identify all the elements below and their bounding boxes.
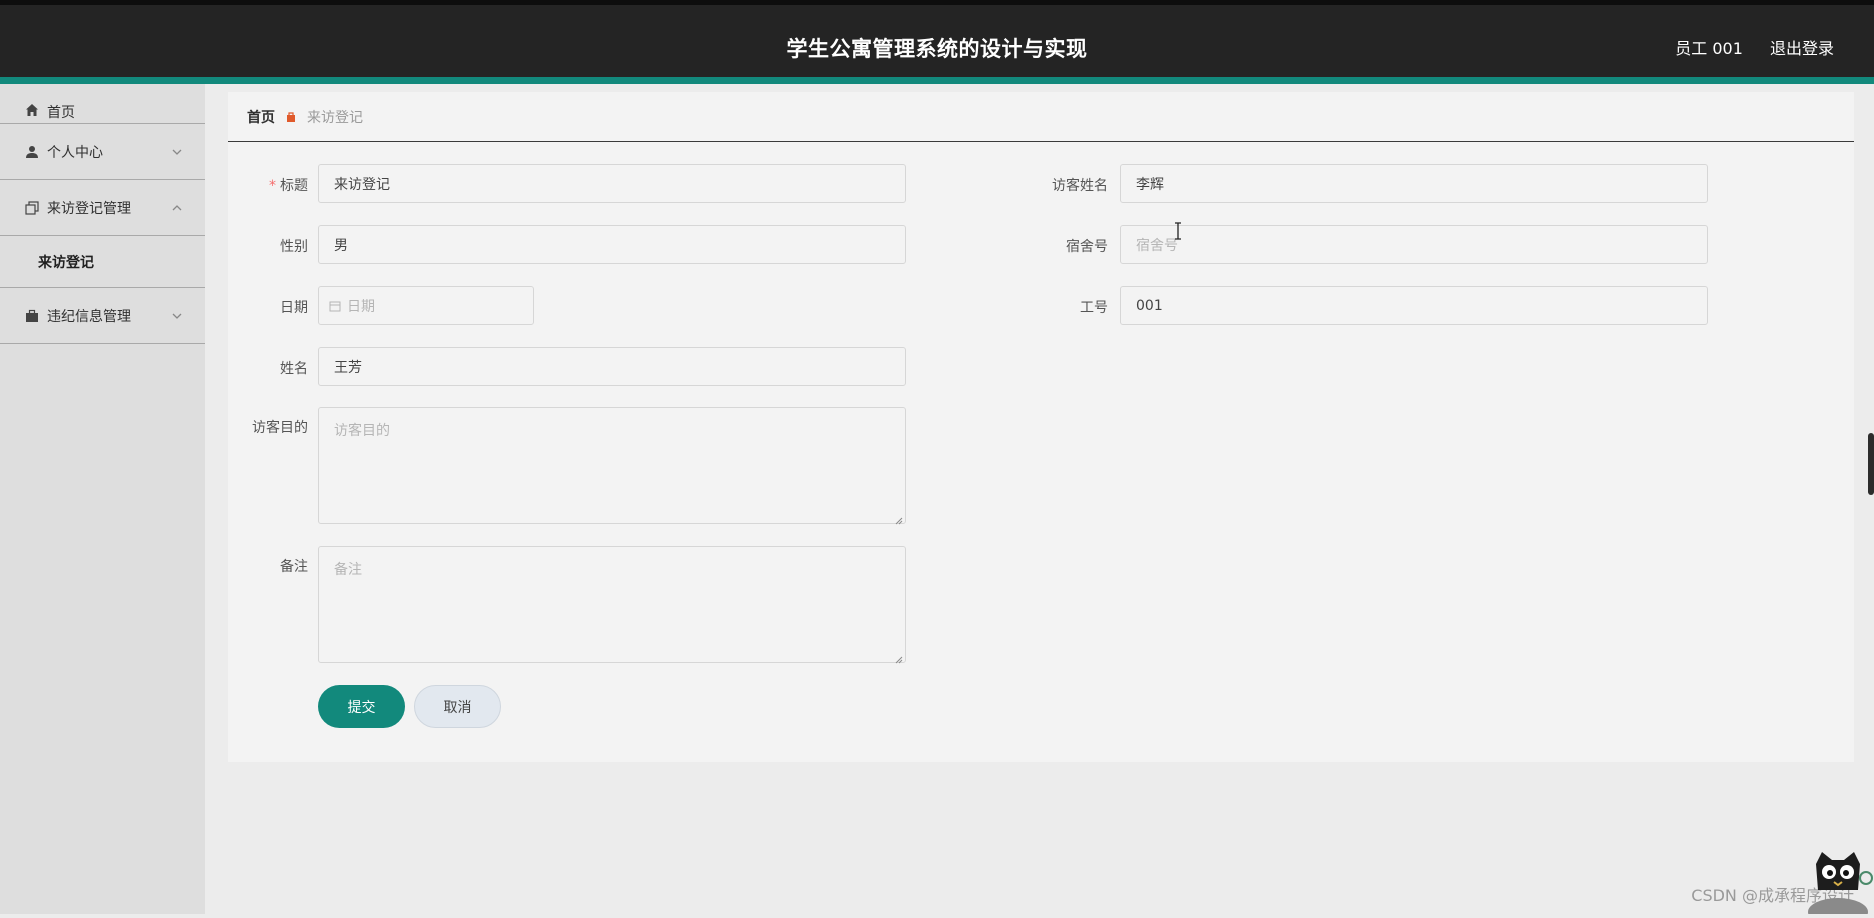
sidebar-subitem-visit-register[interactable]: 来访登记 (0, 236, 205, 288)
app-title: 学生公寓管理系统的设计与实现 (0, 33, 1874, 63)
main-content: 首页 来访登记 *标题 来访登记 性别 男 日期 日期 姓名 王芳 访客目的 访… (228, 92, 1854, 762)
date-label: 日期 (228, 297, 308, 317)
chevron-down-icon (171, 310, 183, 322)
sidebar-item-label: 首页 (47, 102, 75, 122)
top-bar: 学生公寓管理系统的设计与实现 员工 001 退出登录 (0, 0, 1874, 84)
sidebar-item-personal-center[interactable]: 个人中心 (0, 124, 205, 180)
name-field[interactable]: 王芳 (318, 347, 906, 386)
date-picker[interactable]: 日期 (318, 286, 534, 325)
logout-link[interactable]: 退出登录 (1770, 39, 1834, 58)
purpose-label: 访客目的 (228, 417, 308, 437)
mascot-icon (1792, 850, 1874, 914)
gender-label: 性别 (228, 236, 308, 256)
text-cursor-icon (1173, 222, 1183, 240)
submit-button[interactable]: 提交 (318, 685, 405, 728)
dorm-no-label: 宿舍号 (1000, 236, 1108, 256)
date-placeholder: 日期 (347, 296, 375, 316)
resize-handle-icon[interactable] (895, 652, 903, 660)
sidebar-item-violation-management[interactable]: 违纪信息管理 (0, 288, 205, 344)
dorm-no-field[interactable]: 宿舍号 (1120, 225, 1708, 264)
remark-label: 备注 (228, 556, 308, 576)
breadcrumb-home[interactable]: 首页 (247, 107, 275, 127)
sidebar: 首页 个人中心 来访登记管理 来访登记 违纪信息管理 (0, 84, 205, 914)
purpose-textarea[interactable]: 访客目的 (318, 407, 906, 524)
breadcrumb-separator-icon (285, 111, 297, 123)
staff-no-field[interactable]: 001 (1120, 286, 1708, 325)
calendar-icon (329, 300, 341, 312)
breadcrumb: 首页 来访登记 (228, 92, 1854, 142)
visitor-name-label: 访客姓名 (1000, 175, 1108, 195)
sidebar-item-home[interactable]: 首页 (0, 84, 205, 124)
current-user[interactable]: 员工 001 (1675, 39, 1743, 58)
cancel-button[interactable]: 取消 (414, 685, 501, 728)
resize-handle-icon[interactable] (895, 513, 903, 521)
sidebar-item-label: 个人中心 (47, 142, 103, 162)
purpose-placeholder: 访客目的 (334, 423, 390, 439)
remark-textarea[interactable]: 备注 (318, 546, 906, 663)
chevron-down-icon (171, 146, 183, 158)
copy-icon (24, 200, 40, 216)
sidebar-item-label: 违纪信息管理 (47, 306, 131, 326)
title-label: *标题 (228, 175, 308, 195)
briefcase-icon (24, 308, 40, 324)
gender-field[interactable]: 男 (318, 225, 906, 264)
title-field[interactable]: 来访登记 (318, 164, 906, 203)
name-label: 姓名 (228, 358, 308, 378)
user-icon (24, 144, 40, 160)
home-icon (24, 102, 40, 118)
scrollbar-thumb[interactable] (1868, 433, 1874, 495)
sidebar-item-visit-management[interactable]: 来访登记管理 (0, 180, 205, 236)
sidebar-item-label: 来访登记管理 (47, 198, 131, 218)
chevron-up-icon (171, 202, 183, 214)
visitor-name-field[interactable]: 李辉 (1120, 164, 1708, 203)
breadcrumb-current: 来访登记 (307, 107, 363, 127)
staff-no-label: 工号 (1000, 297, 1108, 317)
user-area: 员工 001 退出登录 (1653, 35, 1834, 59)
remark-placeholder: 备注 (334, 562, 362, 578)
